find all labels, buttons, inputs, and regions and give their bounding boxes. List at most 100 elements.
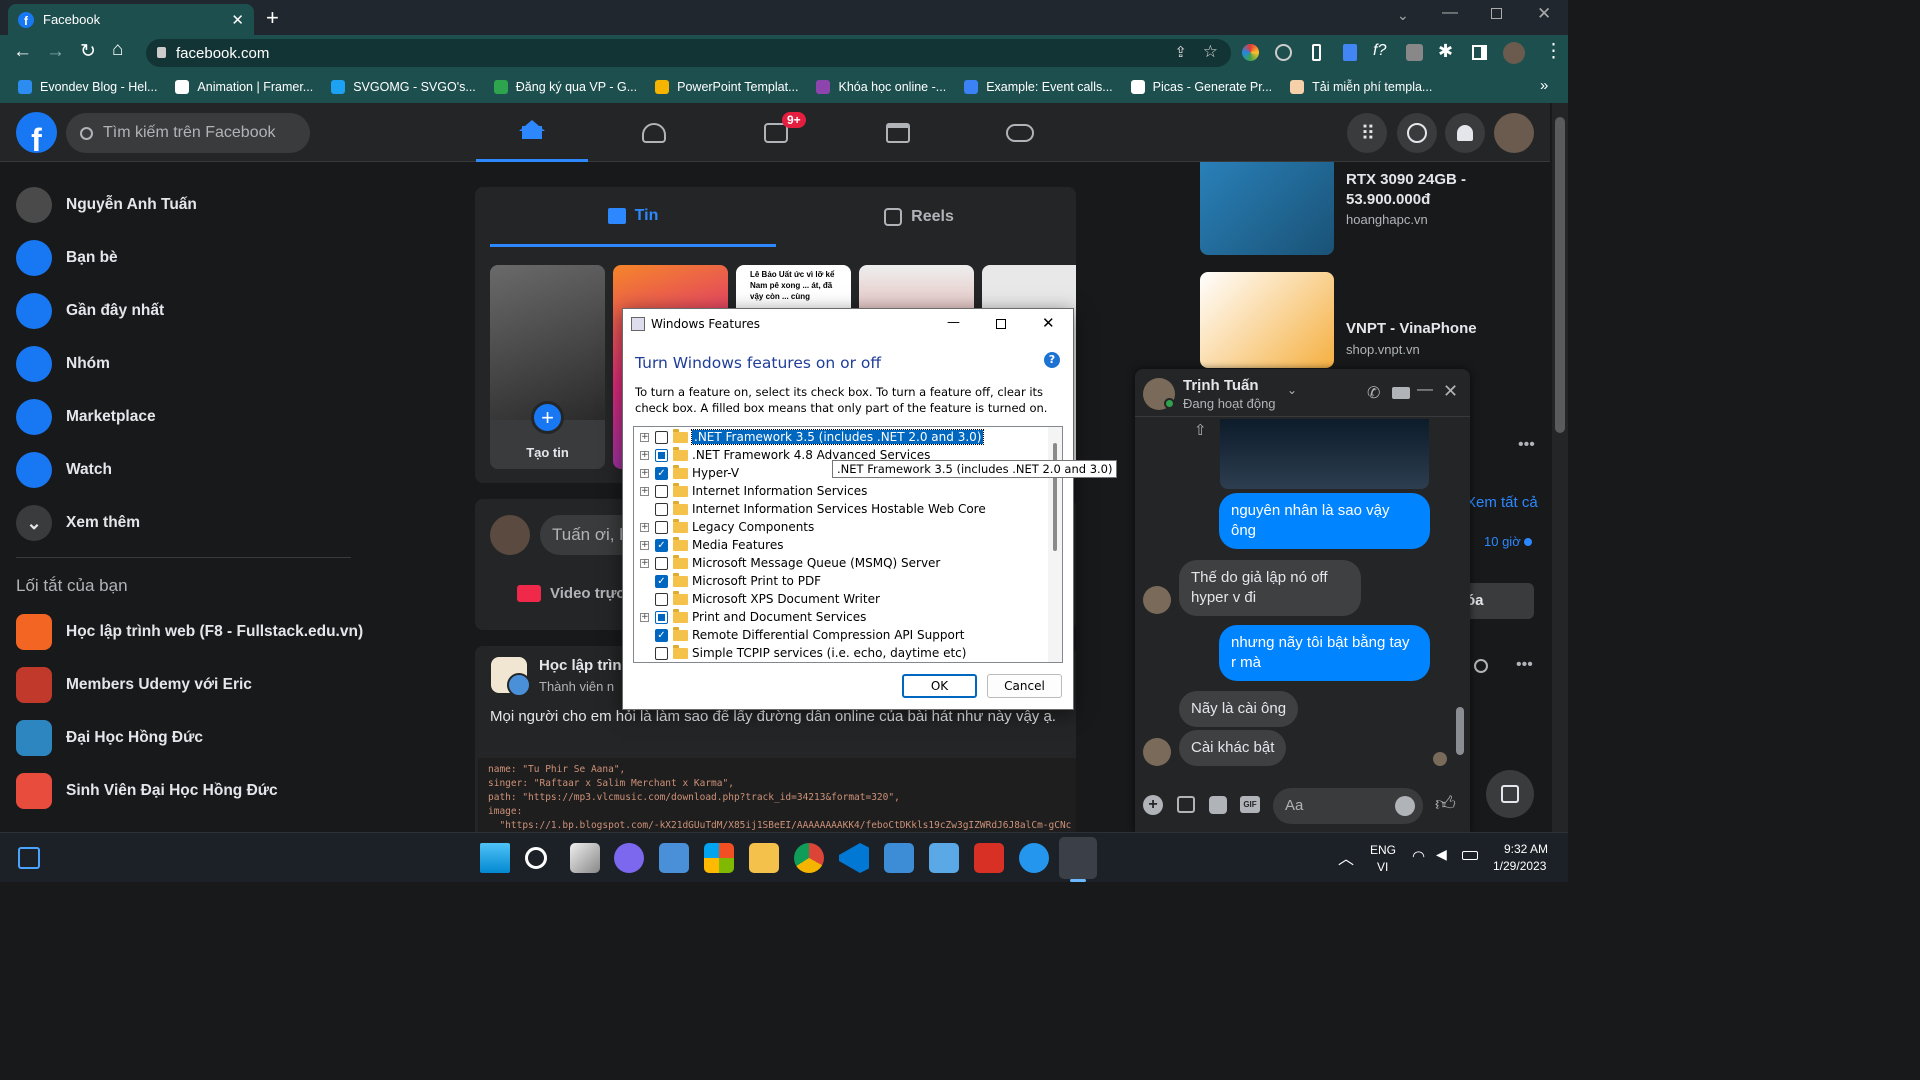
contacts-search-icon[interactable]	[1474, 659, 1488, 673]
phone-icon[interactable]: ✆	[1367, 383, 1380, 403]
like-thumb-icon[interactable]: 👍︎	[1435, 792, 1456, 816]
new-tab-icon[interactable]: +	[266, 5, 279, 31]
forward-icon[interactable]: →	[46, 41, 65, 63]
bookmark-item[interactable]: Example: Event calls...	[964, 80, 1113, 94]
bookmark-item[interactable]: SVGOMG - SVGO's...	[331, 80, 476, 94]
dialog-maximize-icon[interactable]	[996, 319, 1006, 329]
new-message-button[interactable]	[1486, 770, 1534, 818]
chevron-down-icon[interactable]: ⌄	[1287, 383, 1297, 397]
close-chat-icon[interactable]: ✕	[1443, 381, 1458, 402]
lang-bottom[interactable]: VI	[1377, 860, 1388, 874]
chat-scrollbar[interactable]	[1453, 421, 1467, 769]
expand-plus-icon[interactable]: +	[640, 450, 649, 460]
gif-icon[interactable]: GIF	[1240, 796, 1260, 813]
battery-icon[interactable]	[1462, 851, 1478, 860]
extension-fx-icon[interactable]: f?	[1373, 42, 1386, 60]
nav-watch-tab[interactable]: 9+	[720, 103, 832, 162]
bookmark-item[interactable]: Khóa học online -...	[816, 80, 946, 94]
ad-title-2[interactable]: VNPT - VinaPhone	[1346, 320, 1477, 337]
sticker-icon[interactable]	[1209, 796, 1227, 814]
feature-checkbox[interactable]: ✓	[655, 574, 668, 588]
ad-title-1[interactable]: RTX 3090 24GB - 53.900.000đ	[1346, 170, 1526, 210]
extension-image-icon[interactable]	[1406, 44, 1423, 61]
feature-checkbox[interactable]: ✓	[655, 538, 668, 552]
facebook-logo[interactable]: f	[16, 112, 57, 153]
sidebar-item-2[interactable]: Bạn bè	[16, 236, 118, 280]
microsoft-store-icon[interactable]	[704, 843, 734, 873]
feature-row[interactable]: + Legacy Components	[640, 518, 814, 536]
feature-row[interactable]: ✓ Remote Differential Compression API Sup…	[640, 626, 964, 644]
control-panel-icon[interactable]	[884, 843, 914, 873]
chat-header[interactable]: Trịnh Tuấn Đang hoạt động ⌄ ✆ — ✕	[1135, 369, 1470, 417]
facebook-search-input[interactable]: Tìm kiếm trên Facebook	[66, 113, 310, 153]
feature-checkbox[interactable]	[655, 484, 668, 498]
ok-button[interactable]: OK	[902, 674, 977, 698]
minimize-icon[interactable]: —	[1442, 4, 1458, 22]
close-window-icon[interactable]: ✕	[1537, 4, 1551, 24]
feature-checkbox[interactable]	[655, 430, 668, 444]
start-windows-icon[interactable]	[480, 843, 510, 873]
dialog-titlebar[interactable]: Windows Features — ✕	[623, 309, 1073, 339]
post-code-image[interactable]: name: "Tu Phir Se Aana", singer: "Raftaar…	[478, 758, 1076, 832]
chrome-app-icon[interactable]	[794, 843, 824, 873]
feature-checkbox[interactable]	[655, 610, 668, 624]
share-icon[interactable]: ⇪	[1174, 43, 1187, 61]
chat-shared-image[interactable]	[1220, 419, 1429, 489]
see-all-link[interactable]: Xem tất cả	[1466, 494, 1538, 511]
bookmark-item[interactable]: Đăng ký qua VP - G...	[493, 80, 637, 94]
side-panel-icon[interactable]	[1472, 45, 1487, 60]
docker-icon[interactable]	[1019, 843, 1049, 873]
feature-checkbox[interactable]: ✓	[655, 466, 668, 480]
feature-checkbox[interactable]	[655, 592, 668, 606]
expand-plus-icon[interactable]: +	[640, 432, 649, 442]
create-story-card[interactable]: + Tạo tin	[490, 265, 605, 469]
cancel-button[interactable]: Cancel	[987, 674, 1062, 698]
sidebar-item-6[interactable]: Watch	[16, 448, 112, 492]
clock-time[interactable]: 9:32 AM	[1504, 842, 1548, 856]
profile-avatar[interactable]	[1503, 42, 1525, 64]
messenger-button[interactable]	[1397, 113, 1437, 153]
expand-plus-icon[interactable]: +	[640, 486, 649, 496]
ad-image-2[interactable]	[1200, 272, 1334, 368]
emoji-icon[interactable]	[1395, 796, 1415, 816]
vscode-icon[interactable]	[839, 843, 869, 873]
clock-date[interactable]: 1/29/2023	[1493, 859, 1546, 873]
shortcut-item[interactable]: Đại Học Hồng Đức	[16, 716, 203, 760]
notepad-icon[interactable]	[929, 843, 959, 873]
bookmark-item[interactable]: PowerPoint Templat...	[655, 80, 798, 94]
nav-friends-tab[interactable]	[598, 103, 710, 162]
tab-stories[interactable]: Tin	[490, 187, 776, 247]
bookmark-item[interactable]: Evondev Blog - Hel...	[18, 80, 157, 94]
plus-circle-icon[interactable]: +	[1143, 795, 1163, 815]
account-avatar[interactable]	[1494, 113, 1534, 153]
feature-checkbox[interactable]: ✓	[655, 628, 668, 642]
bookmark-item[interactable]: Picas - Generate Pr...	[1130, 80, 1272, 94]
feature-row[interactable]: + ✓ Media Features	[640, 536, 783, 554]
feature-checkbox[interactable]	[655, 520, 668, 534]
expand-plus-icon[interactable]: +	[640, 540, 649, 550]
bookmarks-overflow-icon[interactable]: »	[1540, 77, 1548, 94]
share-image-icon[interactable]: ⇧	[1194, 421, 1207, 439]
address-bar[interactable]: facebook.com ⇪ ☆	[146, 39, 1231, 67]
feature-checkbox[interactable]	[655, 646, 668, 660]
shortcut-item[interactable]: Học lập trình web (F8 - Fullstack.edu.vn…	[16, 610, 363, 654]
volume-icon[interactable]: ◀︎	[1436, 846, 1447, 863]
sidebar-item-3[interactable]: Gần đây nhất	[16, 289, 164, 333]
feature-checkbox[interactable]	[655, 448, 668, 462]
tab-search-icon[interactable]: ⌄	[1397, 7, 1409, 24]
restore-icon[interactable]	[1491, 8, 1502, 19]
chat-message-input[interactable]: Aa	[1273, 788, 1423, 824]
bookmark-item[interactable]: Animation | Framer...	[175, 80, 313, 94]
feature-checkbox[interactable]	[655, 556, 668, 570]
menu-button[interactable]: ⠿	[1347, 113, 1387, 153]
expand-plus-icon[interactable]: +	[640, 612, 649, 622]
photos-app-icon[interactable]	[659, 843, 689, 873]
composer-avatar[interactable]	[490, 515, 530, 555]
shortcut-item[interactable]: Members Udemy với Eric	[16, 663, 252, 707]
taskbar-search-icon[interactable]	[525, 847, 547, 869]
sidebar-item-5[interactable]: Marketplace	[16, 395, 156, 439]
photo-icon[interactable]	[1177, 796, 1195, 813]
tab-close-icon[interactable]: ✕	[231, 11, 244, 29]
lang-top[interactable]: ENG	[1370, 843, 1396, 857]
more-options-icon[interactable]: •••	[1518, 436, 1535, 454]
